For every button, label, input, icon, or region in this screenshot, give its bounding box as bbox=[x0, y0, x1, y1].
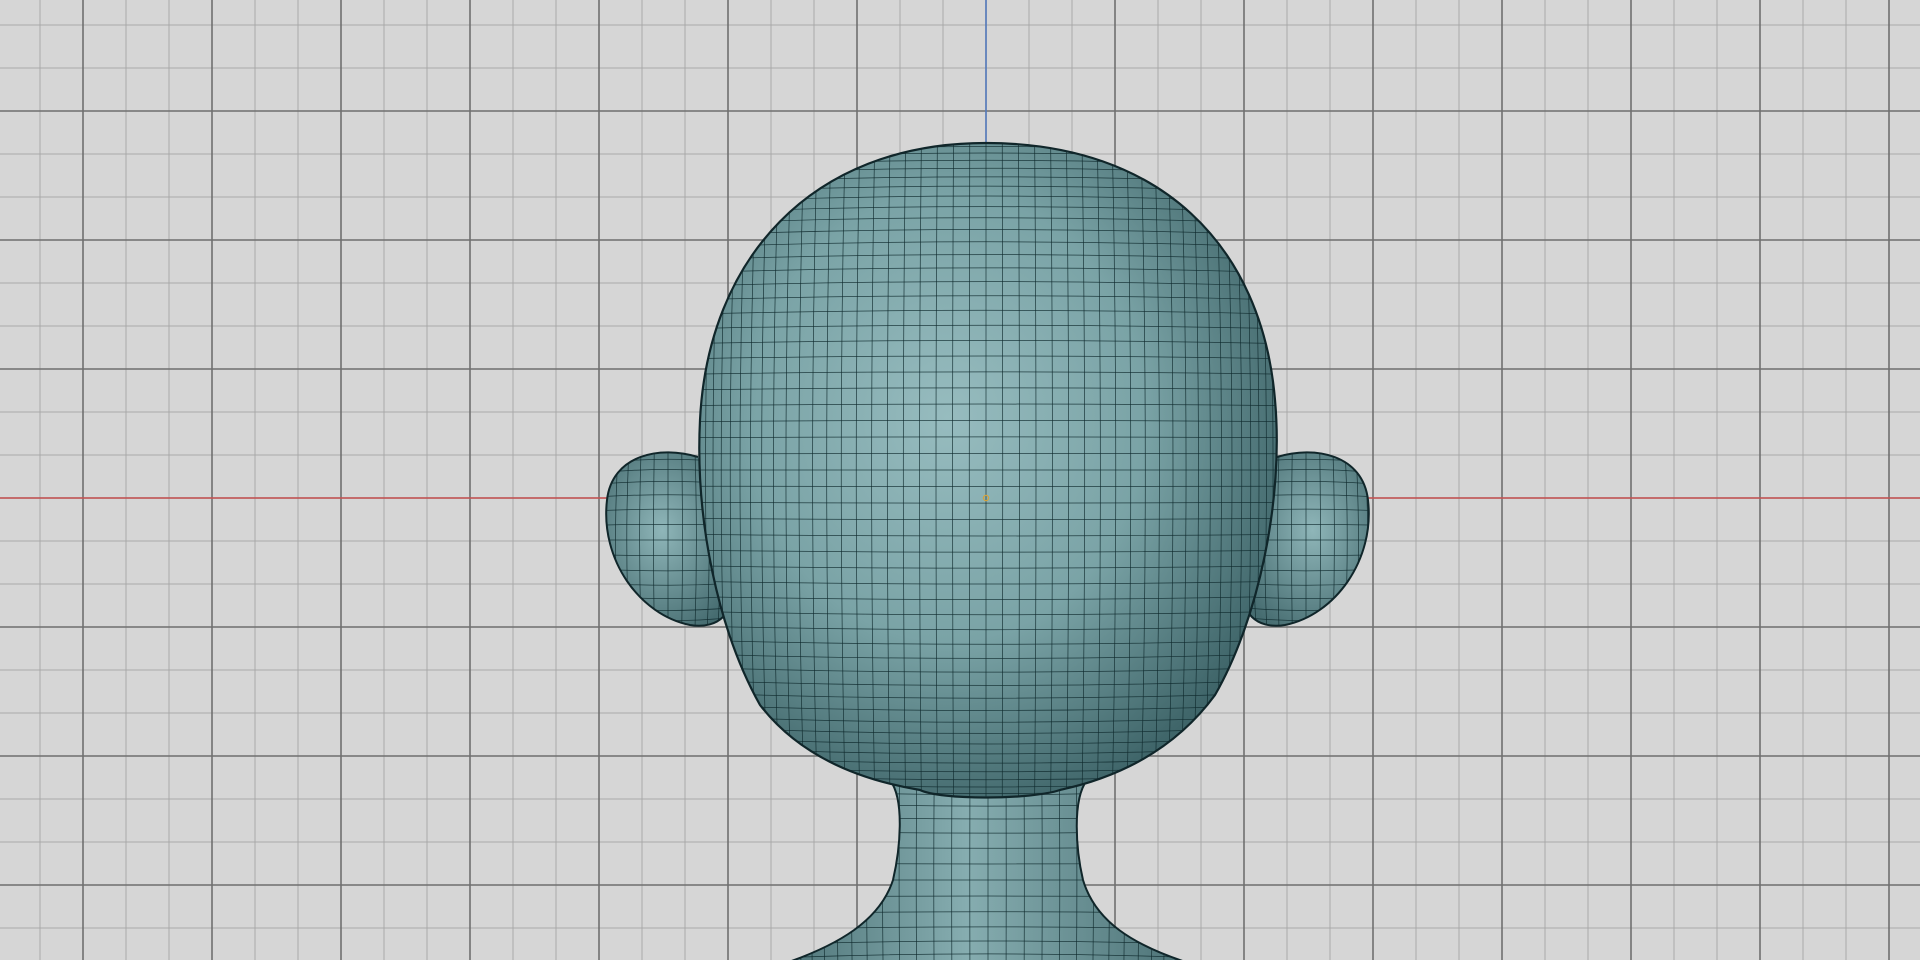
mesh-edge bbox=[1212, 760, 1214, 960]
mesh-edge bbox=[1217, 760, 1219, 960]
mesh-edge bbox=[594, 445, 598, 635]
mesh-edge bbox=[598, 630, 738, 635]
head-mesh[interactable] bbox=[677, 122, 1295, 819]
mesh-edge bbox=[810, 780, 814, 960]
mesh-edge bbox=[1215, 760, 1217, 960]
neck-surface bbox=[794, 780, 1180, 960]
mesh-edge bbox=[1376, 445, 1380, 635]
mesh-edge bbox=[1207, 760, 1209, 960]
viewport-canvas[interactable] bbox=[0, 0, 1920, 960]
mesh-edge bbox=[762, 760, 764, 960]
mesh-edge bbox=[756, 760, 758, 960]
mesh-edge bbox=[1183, 780, 1187, 960]
mesh-edge bbox=[598, 635, 738, 640]
mesh-edge bbox=[1122, 780, 1125, 960]
mesh-edge bbox=[1218, 760, 1220, 960]
mesh-edge bbox=[789, 780, 793, 960]
mesh-edge bbox=[599, 445, 603, 635]
mesh-edge bbox=[1236, 634, 1376, 639]
mesh-edge bbox=[780, 780, 784, 960]
mesh-edge bbox=[756, 760, 758, 960]
mesh-edge bbox=[1236, 635, 1376, 640]
mesh-edge bbox=[1375, 445, 1379, 635]
mesh-edge bbox=[767, 760, 769, 960]
mesh-edge bbox=[799, 780, 803, 960]
mesh-edge bbox=[598, 634, 738, 639]
mesh-edge bbox=[823, 780, 826, 960]
mesh-edge bbox=[773, 760, 775, 960]
mesh-object[interactable] bbox=[594, 122, 1380, 960]
mesh-edge bbox=[1236, 630, 1376, 635]
mesh-edge bbox=[1173, 780, 1177, 960]
3d-viewport[interactable] bbox=[0, 0, 1920, 960]
mesh-edge bbox=[836, 780, 840, 960]
mesh-edge bbox=[1162, 780, 1166, 960]
mesh-edge bbox=[759, 760, 761, 960]
mesh-edge bbox=[1136, 780, 1140, 960]
mesh-edge bbox=[1192, 780, 1195, 960]
mesh-edge bbox=[1150, 780, 1153, 960]
